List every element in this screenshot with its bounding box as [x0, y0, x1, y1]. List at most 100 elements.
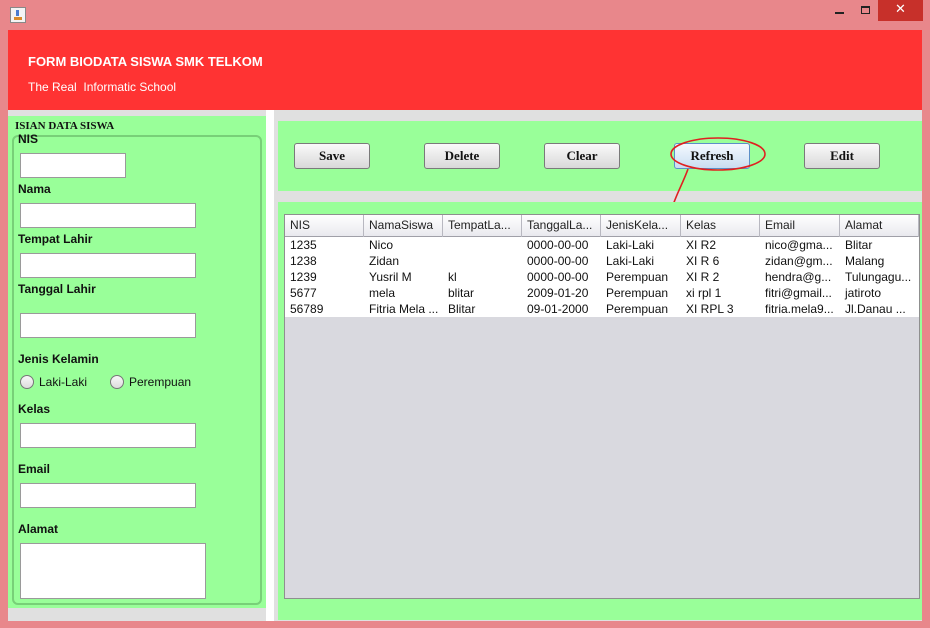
client-area: FORM BIODATA SISWA SMK TELKOM The Real I… [8, 30, 922, 621]
radio-circle-icon[interactable] [20, 375, 34, 389]
tempat-lahir-label: Tempat Lahir [18, 232, 93, 246]
app-window: ✕ FORM BIODATA SISWA SMK TELKOM The Real… [0, 0, 930, 628]
table-cell[interactable]: Perempuan [601, 285, 681, 301]
tempat-lahir-field[interactable] [20, 253, 196, 278]
table-cell[interactable]: fitria.mela9... [760, 301, 840, 317]
jenis-kelamin-label: Jenis Kelamin [18, 352, 99, 366]
table-cell[interactable]: zidan@gm... [760, 253, 840, 269]
delete-button[interactable]: Delete [424, 143, 500, 169]
table-row[interactable]: 56789 Fitria Mela ... Blitar 09-01-2000 … [285, 301, 919, 317]
table-cell[interactable] [443, 253, 522, 269]
column-header[interactable]: JenisKela... [601, 215, 681, 237]
tanggal-lahir-field[interactable] [20, 313, 196, 338]
siswa-table[interactable]: NIS NamaSiswa TempatLa... TanggalLa... J… [284, 214, 920, 599]
table-cell[interactable]: 0000-00-00 [522, 237, 601, 253]
data-panel: Save Delete Clear Refresh Edit NIS NamaS… [274, 110, 922, 621]
column-header[interactable]: TempatLa... [443, 215, 522, 237]
nama-field[interactable] [20, 203, 196, 228]
column-header[interactable]: NamaSiswa [364, 215, 443, 237]
clear-button[interactable]: Clear [544, 143, 620, 169]
table-cell[interactable]: Zidan [364, 253, 443, 269]
form-group-title: ISIAN DATA SISWA [15, 120, 115, 132]
table-cell[interactable]: XI RPL 3 [681, 301, 760, 317]
table-cell[interactable]: 2009-01-20 [522, 285, 601, 301]
radio-circle-icon[interactable] [110, 375, 124, 389]
column-header[interactable]: Kelas [681, 215, 760, 237]
table-body: 1235 Nico 0000-00-00 Laki-Laki XI R2 nic… [285, 237, 919, 317]
radio-perempuan[interactable]: Perempuan [110, 375, 191, 389]
refresh-button[interactable]: Refresh [674, 143, 750, 169]
table-row[interactable]: 1238 Zidan 0000-00-00 Laki-Laki XI R 6 z… [285, 253, 919, 269]
kelas-field[interactable] [20, 423, 196, 448]
table-header: NIS NamaSiswa TempatLa... TanggalLa... J… [285, 215, 919, 237]
table-cell[interactable]: 0000-00-00 [522, 269, 601, 285]
table-container: NIS NamaSiswa TempatLa... TanggalLa... J… [278, 202, 922, 620]
nis-label: NIS [18, 132, 39, 146]
save-button[interactable]: Save [294, 143, 370, 169]
table-cell[interactable]: nico@gma... [760, 237, 840, 253]
table-cell[interactable]: Laki-Laki [601, 237, 681, 253]
form-panel: ISIAN DATA SISWA NIS Nama Tempat Lahir T… [8, 110, 266, 621]
email-field[interactable] [20, 483, 196, 508]
table-cell[interactable]: Laki-Laki [601, 253, 681, 269]
radio-laki-laki[interactable]: Laki-Laki [20, 375, 87, 389]
radio-perempuan-label: Perempuan [129, 375, 192, 389]
tanggal-lahir-label: Tanggal Lahir [18, 282, 96, 296]
table-cell[interactable]: 56789 [285, 301, 364, 317]
table-cell[interactable]: jatiroto [840, 285, 919, 301]
table-cell[interactable]: XI R 2 [681, 269, 760, 285]
maximize-icon [860, 6, 870, 14]
maximize-button[interactable] [852, 0, 878, 21]
table-cell[interactable]: 5677 [285, 285, 364, 301]
nama-label: Nama [18, 182, 51, 196]
table-cell[interactable]: 09-01-2000 [522, 301, 601, 317]
page-subtitle: The Real Informatic School [28, 80, 177, 94]
close-button[interactable]: ✕ [878, 0, 923, 21]
table-cell[interactable]: Nico [364, 237, 443, 253]
minimize-icon [834, 12, 844, 14]
title-bar[interactable]: ✕ [0, 0, 930, 30]
table-cell[interactable]: Blitar [443, 301, 522, 317]
table-cell[interactable]: XI R2 [681, 237, 760, 253]
edit-button[interactable]: Edit [804, 143, 880, 169]
table-cell[interactable]: 0000-00-00 [522, 253, 601, 269]
table-cell[interactable]: Perempuan [601, 269, 681, 285]
table-cell[interactable]: mela [364, 285, 443, 301]
table-cell[interactable]: 1235 [285, 237, 364, 253]
kelas-label: Kelas [18, 402, 51, 416]
column-header[interactable]: Email [760, 215, 840, 237]
alamat-label: Alamat [18, 522, 59, 536]
java-app-icon [10, 7, 26, 23]
page-title: FORM BIODATA SISWA SMK TELKOM [28, 54, 263, 69]
table-cell[interactable]: Blitar [840, 237, 919, 253]
table-row[interactable]: 5677 mela blitar 2009-01-20 Perempuan xi… [285, 285, 919, 301]
button-toolbar: Save Delete Clear Refresh Edit [278, 121, 922, 221]
table-cell[interactable] [443, 237, 522, 253]
table-cell[interactable]: 1239 [285, 269, 364, 285]
minimize-button[interactable] [826, 0, 852, 21]
column-header[interactable]: TanggalLa... [522, 215, 601, 237]
table-cell[interactable]: Malang [840, 253, 919, 269]
table-cell[interactable]: Fitria Mela ... [364, 301, 443, 317]
column-header[interactable]: NIS [285, 215, 364, 237]
table-cell[interactable]: hendra@g... [760, 269, 840, 285]
table-cell[interactable]: kl [443, 269, 522, 285]
radio-laki-laki-label: Laki-Laki [39, 375, 88, 389]
column-header[interactable]: Alamat [840, 215, 919, 237]
form-panel-body: ISIAN DATA SISWA NIS Nama Tempat Lahir T… [8, 116, 266, 608]
email-label: Email [18, 462, 51, 476]
table-row[interactable]: 1235 Nico 0000-00-00 Laki-Laki XI R2 nic… [285, 237, 919, 253]
table-cell[interactable]: xi rpl 1 [681, 285, 760, 301]
table-cell[interactable]: Tulungagu... [840, 269, 919, 285]
alamat-textarea[interactable] [20, 543, 206, 599]
table-row[interactable]: 1239 Yusril M kl 0000-00-00 Perempuan XI… [285, 269, 919, 285]
table-cell[interactable]: blitar [443, 285, 522, 301]
table-cell[interactable]: 1238 [285, 253, 364, 269]
header-banner: FORM BIODATA SISWA SMK TELKOM The Real I… [8, 30, 922, 110]
table-cell[interactable]: Jl.Danau ... [840, 301, 919, 317]
table-cell[interactable]: Perempuan [601, 301, 681, 317]
table-cell[interactable]: Yusril M [364, 269, 443, 285]
nis-field[interactable] [20, 153, 126, 178]
table-cell[interactable]: fitri@gmail... [760, 285, 840, 301]
table-cell[interactable]: XI R 6 [681, 253, 760, 269]
